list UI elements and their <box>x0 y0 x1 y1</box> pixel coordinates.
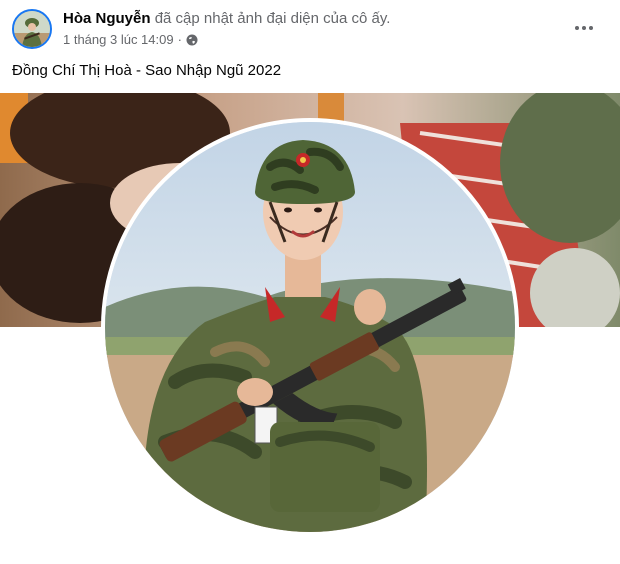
post-caption: Đồng Chí Thị Hoà - Sao Nhập Ngũ 2022 <box>12 62 282 79</box>
more-options-button[interactable] <box>566 10 602 46</box>
profile-photo[interactable] <box>101 118 519 536</box>
more-dot <box>582 26 586 30</box>
meta-separator: · <box>177 32 182 47</box>
post-timestamp[interactable]: 1 tháng 3 lúc 14:09 <box>63 32 174 48</box>
globe-icon[interactable] <box>186 34 198 46</box>
author-avatar[interactable] <box>12 9 52 49</box>
action-text: đã cập nhật ảnh đại diện của cô ấy. <box>154 10 391 27</box>
author-name[interactable]: Hòa Nguyễn <box>63 10 151 27</box>
post-header-line: Hòa Nguyễn đã cập nhật ảnh đại diện của … <box>63 10 390 28</box>
more-dot <box>575 26 579 30</box>
post-meta: 1 tháng 3 lúc 14:09 · <box>63 32 198 48</box>
facebook-post: Hòa Nguyễn đã cập nhật ảnh đại diện của … <box>0 0 620 564</box>
more-dot <box>589 26 593 30</box>
